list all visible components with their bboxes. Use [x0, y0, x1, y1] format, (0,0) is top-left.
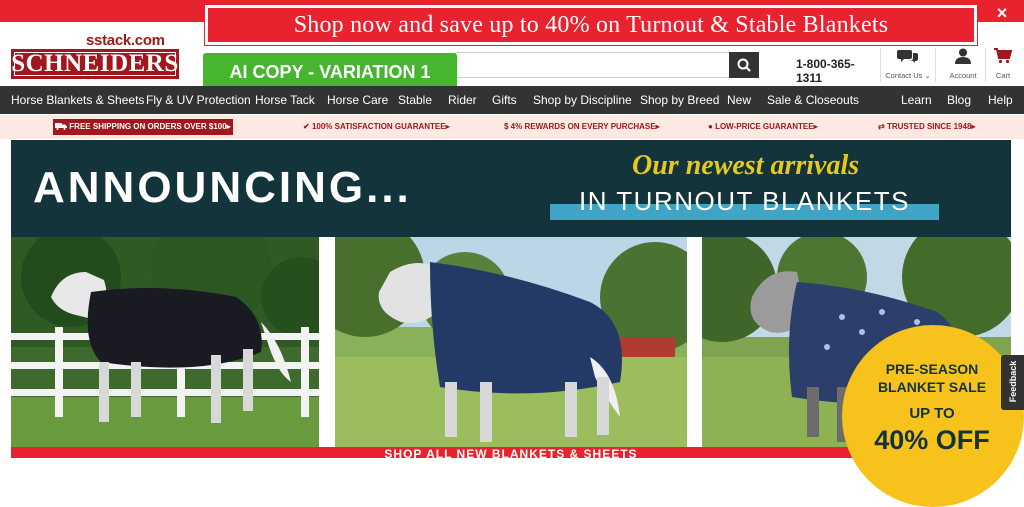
nav-item-fly-uv[interactable]: Fly & UV Protection — [146, 86, 251, 114]
contact-us-label: Contact Us ⌄ — [885, 71, 931, 80]
product-photo-black-blanket[interactable] — [11, 237, 319, 447]
contact-us-link[interactable]: Contact Us ⌄ — [883, 48, 933, 80]
cart-link[interactable]: Cart — [978, 48, 1024, 80]
nav-item-horse-care[interactable]: Horse Care — [327, 86, 388, 114]
rewards-text: 4% REWARDS ON EVERY PURCHASE▸ — [510, 122, 660, 131]
phone-number[interactable]: 1-800-365-1311 — [796, 57, 876, 85]
nav-item-blog[interactable]: Blog — [947, 86, 971, 114]
satisfaction-text: 100% SATISFACTION GUARANTEE▸ — [311, 122, 450, 131]
check-icon: ✔ — [303, 122, 312, 131]
nav-item-rider[interactable]: Rider — [448, 86, 477, 114]
low-price-text: LOW-PRICE GUARANTEE▸ — [715, 122, 818, 131]
nav-item-shop-by-discipline[interactable]: Shop by Discipline — [533, 86, 632, 114]
cart-icon — [994, 48, 1013, 64]
nav-item-horse-tack[interactable]: Horse Tack — [255, 86, 315, 114]
nav-item-learn[interactable]: Learn — [901, 86, 932, 114]
nav-item-help[interactable]: Help — [988, 86, 1013, 114]
nav-item-stable[interactable]: Stable — [398, 86, 432, 114]
nav-item-gifts[interactable]: Gifts — [492, 86, 517, 114]
truck-icon — [55, 123, 68, 130]
satisfaction-guarantee-link[interactable]: ✔ 100% SATISFACTION GUARANTEE▸ — [303, 115, 450, 139]
close-icon[interactable]: × — [990, 2, 1014, 24]
free-shipping-badge[interactable]: FREE SHIPPING ON ORDERS OVER $100▸ — [53, 119, 233, 135]
nav-item-shop-by-breed[interactable]: Shop by Breed — [640, 86, 719, 114]
trusted-link[interactable]: ⇄ TRUSTED SINCE 1948▸ — [878, 115, 975, 139]
header-divider — [935, 48, 936, 82]
free-shipping-text: FREE SHIPPING ON ORDERS OVER $100▸ — [69, 122, 231, 131]
sale-line-2: BLANKET SALE — [877, 379, 987, 395]
handshake-icon: ⇄ — [878, 122, 887, 131]
cart-label: Cart — [995, 71, 1011, 80]
hero-announcing: ANNOUNCING... — [33, 163, 412, 212]
sale-line-3: UP TO — [909, 405, 955, 422]
logo-text[interactable]: SCHNEIDERS — [11, 49, 179, 79]
promo-text[interactable]: Shop now and save up to 40% on Turnout &… — [205, 5, 977, 45]
product-photo-navy-blanket[interactable] — [335, 237, 687, 447]
nav-item-new[interactable]: New — [727, 86, 751, 114]
nav-item-sale[interactable]: Sale & Closeouts — [767, 86, 859, 114]
hero-subtitle: IN TURNOUT BLANKETS — [579, 186, 910, 216]
hero-script: Our newest arrivals — [632, 150, 860, 181]
search-input[interactable] — [455, 52, 730, 78]
chat-bubbles-icon — [897, 50, 918, 63]
user-icon — [955, 48, 971, 64]
dollar-icon: $ — [504, 122, 511, 131]
logo-site-url[interactable]: sstack.com — [86, 32, 186, 49]
sale-line-4: 40% OFF — [874, 425, 990, 455]
sale-line-1: PRE-SEASON — [885, 361, 979, 377]
search-icon — [737, 58, 751, 72]
search-button[interactable] — [729, 52, 759, 78]
header-divider — [880, 48, 881, 82]
dot-icon: ● — [708, 122, 716, 131]
feedback-label[interactable]: Feedback — [1004, 354, 1022, 409]
trusted-text: TRUSTED SINCE 1948▸ — [886, 122, 976, 131]
low-price-link[interactable]: ● LOW-PRICE GUARANTEE▸ — [708, 115, 818, 139]
nav-item-horse-blankets[interactable]: Horse Blankets & Sheets — [11, 86, 144, 114]
horse-photo-2 — [335, 237, 687, 447]
horse-photo-1 — [11, 237, 319, 447]
rewards-link[interactable]: $ 4% REWARDS ON EVERY PURCHASE▸ — [504, 115, 660, 139]
